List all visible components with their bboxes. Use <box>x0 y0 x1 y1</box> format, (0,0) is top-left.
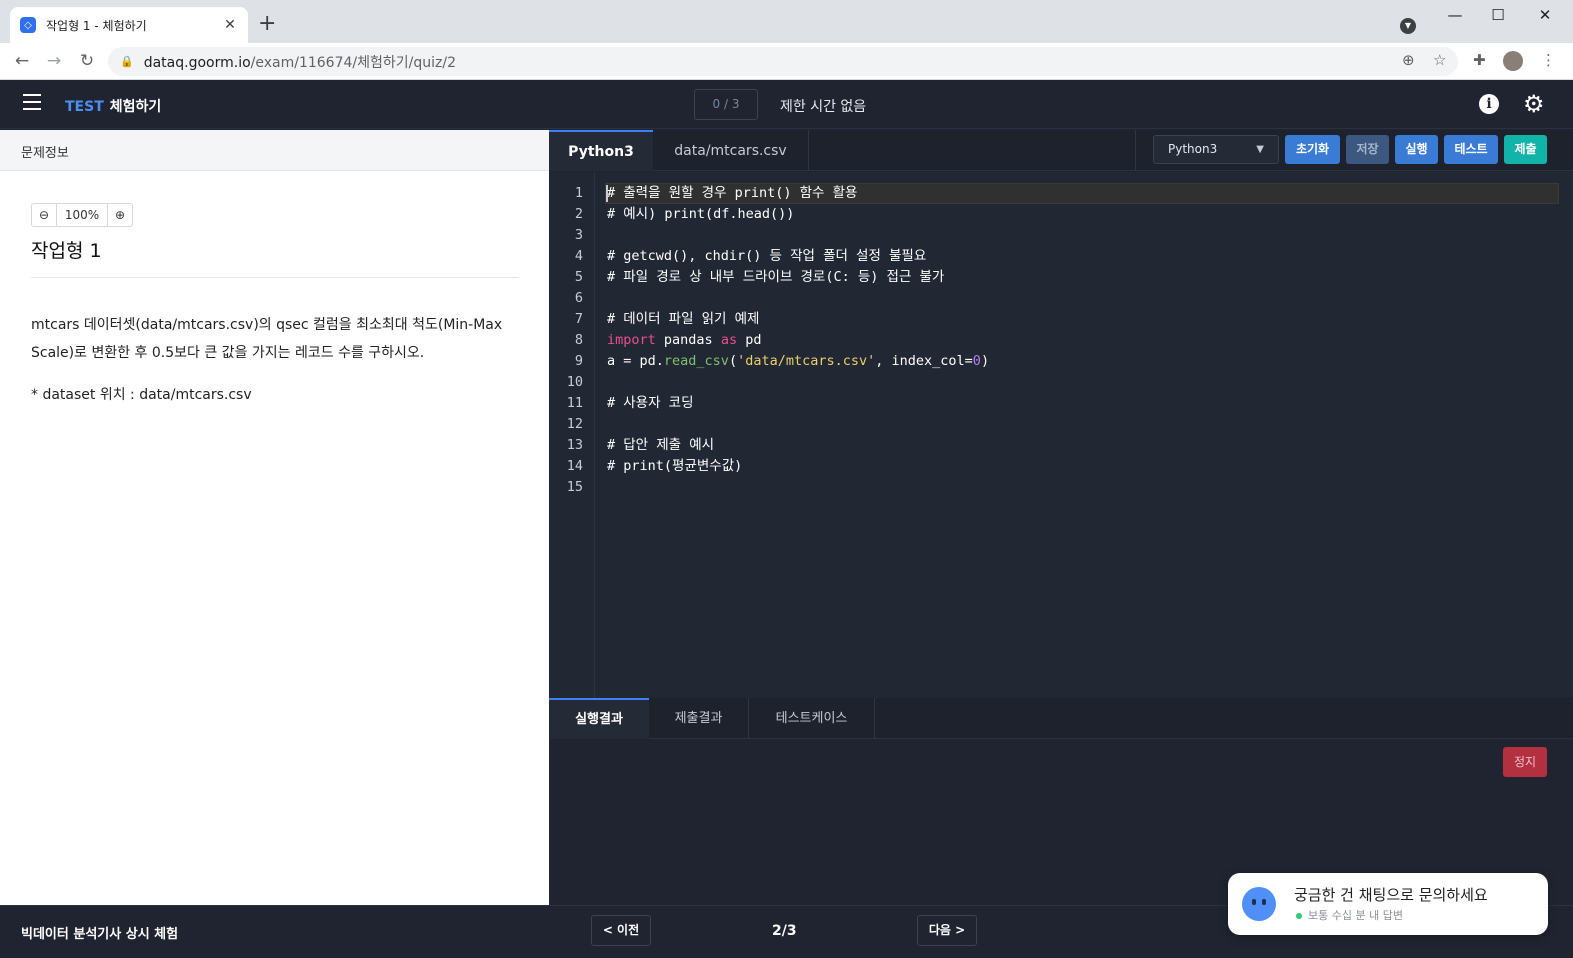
tab-submit-result[interactable]: 제출결과 <box>649 698 749 739</box>
code-editor[interactable]: 1 # 출력을 원할 경우 print() 함수 활용 2 # 예시) print(… <box>549 172 1573 698</box>
divider <box>31 277 519 278</box>
code-line: 3 <box>574 227 583 243</box>
gear-icon[interactable]: ⚙ <box>1523 90 1545 118</box>
problem-panel: 문제정보 ⊖ 100% ⊕ 작업형 1 mtcars 데이터셋(data/mtc… <box>0 130 549 905</box>
app-header: TEST 체험하기 0 / 3 제한 시간 없음 i ⚙ <box>0 80 1573 129</box>
back-icon[interactable]: ← <box>11 51 33 71</box>
question-title: 작업형 1 <box>31 240 102 262</box>
brand-prefix: TEST <box>65 99 104 115</box>
toolbar-divider <box>1135 130 1136 171</box>
code-line: 7 # 데이터 파일 읽기 예제 <box>574 311 760 327</box>
prev-button[interactable]: < 이전 <box>591 915 651 946</box>
code-line: 8 import pandas as pd <box>574 332 762 348</box>
maximize-icon[interactable]: ☐ <box>1483 6 1513 24</box>
run-button[interactable]: 실행 <box>1395 135 1438 164</box>
url-omnibox[interactable]: 🔒 dataq.goorm.io/exam/116674/체험하기/quiz/2 <box>108 47 1458 76</box>
forward-icon[interactable]: → <box>43 51 65 71</box>
text-caret <box>606 185 608 202</box>
stop-button[interactable]: 정지 <box>1503 747 1547 777</box>
code-line: 12 <box>566 416 583 432</box>
dataset-note: * dataset 위치 : data/mtcars.csv <box>31 387 252 403</box>
code-line: 9a = pd.read_csv('data/mtcars.csv', inde… <box>574 353 990 369</box>
chevron-down-icon: ▼ <box>1256 144 1264 155</box>
hamburger-menu-icon[interactable] <box>23 94 41 112</box>
reload-icon[interactable]: ↻ <box>76 51 98 71</box>
browser-tabbar: ◇ 작업형 1 - 체험하기 ✕ + ▼ — ☐ ✕ <box>0 0 1573 43</box>
page-indicator: 2/3 <box>772 923 797 939</box>
site-favicon-icon: ◇ <box>20 17 36 33</box>
output-tabbar: 실행결과 제출결과 테스트케이스 <box>549 698 1573 739</box>
zoom-out-icon[interactable]: ⊖ <box>32 208 56 222</box>
submit-button[interactable]: 제출 <box>1504 135 1547 164</box>
time-limit-label: 제한 시간 없음 <box>780 99 867 115</box>
browser-tab[interactable]: ◇ 작업형 1 - 체험하기 ✕ <box>10 7 248 43</box>
tab-python3[interactable]: Python3 <box>549 130 653 171</box>
tab-search-icon[interactable]: ▼ <box>1400 18 1416 34</box>
language-select-value: Python3 <box>1168 142 1218 156</box>
footer-title: 빅데이터 분석기사 상시 체험 <box>21 927 179 942</box>
zoom-control: ⊖ 100% ⊕ <box>31 203 133 227</box>
code-line: 6 <box>574 290 583 306</box>
tab-testcases[interactable]: 테스트케이스 <box>749 698 875 739</box>
zoom-in-icon[interactable]: ⊕ <box>108 208 132 222</box>
code-line: 15 <box>566 479 583 495</box>
save-button[interactable]: 저장 <box>1346 135 1389 164</box>
minimize-icon[interactable]: — <box>1440 6 1470 24</box>
info-icon[interactable]: i <box>1479 94 1499 114</box>
extensions-icon[interactable]: ✚ <box>1473 51 1486 69</box>
window-close-icon[interactable]: ✕ <box>1530 6 1560 24</box>
code-line: 11 # 사용자 코딩 <box>566 395 694 411</box>
language-select[interactable]: Python3 ▼ <box>1153 135 1279 164</box>
chat-status: 보통 수십 분 내 답변 <box>1296 907 1403 923</box>
next-button[interactable]: 다음 > <box>917 915 977 946</box>
chat-widget[interactable]: 궁금한 건 채팅으로 문의하세요 보통 수십 분 내 답변 <box>1228 873 1548 935</box>
reset-button[interactable]: 초기화 <box>1285 135 1340 164</box>
close-tab-icon[interactable]: ✕ <box>222 17 238 33</box>
url-text: dataq.goorm.io/exam/116674/체험하기/quiz/2 <box>143 54 456 71</box>
tab-mtcars-csv[interactable]: data/mtcars.csv <box>653 130 809 171</box>
translate-icon[interactable]: ⊕ <box>1402 51 1415 69</box>
code-line: 14 # print(평균변수값) <box>566 458 743 474</box>
question-body: mtcars 데이터셋(data/mtcars.csv)의 qsec 컬럼을 최… <box>31 317 503 361</box>
bookmark-star-icon[interactable]: ☆ <box>1433 51 1446 69</box>
browser-menu-icon[interactable]: ⋮ <box>1541 51 1556 69</box>
code-line: 10 <box>566 374 583 390</box>
code-line: 1 # 출력을 원할 경우 print() 함수 활용 <box>574 185 858 201</box>
code-line: 2 # 예시) print(df.head()) <box>574 206 795 222</box>
address-bar: ← → ↻ 🔒 dataq.goorm.io/exam/116674/체험하기/… <box>0 43 1573 80</box>
code-line: 5 # 파일 경로 상 내부 드라이브 경로(C: 등) 접근 불가 <box>574 269 945 285</box>
brand: TEST 체험하기 <box>65 96 161 116</box>
zoom-level: 100% <box>56 204 108 226</box>
online-dot-icon <box>1296 913 1302 919</box>
problem-info-heading: 문제정보 <box>0 130 549 171</box>
chat-bot-icon <box>1242 887 1276 921</box>
lock-icon: 🔒 <box>120 55 134 68</box>
profile-avatar[interactable] <box>1503 51 1523 71</box>
brand-name: 체험하기 <box>109 99 162 115</box>
new-tab-icon[interactable]: + <box>258 13 276 35</box>
chat-title: 궁금한 건 채팅으로 문의하세요 <box>1294 886 1488 904</box>
tab-run-result[interactable]: 실행결과 <box>549 698 649 739</box>
code-line: 4 # getcwd(), chdir() 등 작업 폴더 설정 불필요 <box>574 248 927 264</box>
test-button[interactable]: 테스트 <box>1444 135 1498 164</box>
progress-indicator: 0 / 3 <box>694 89 758 120</box>
code-line: 13 # 답안 제출 예시 <box>566 437 715 453</box>
browser-tab-title: 작업형 1 - 체험하기 <box>46 18 147 33</box>
